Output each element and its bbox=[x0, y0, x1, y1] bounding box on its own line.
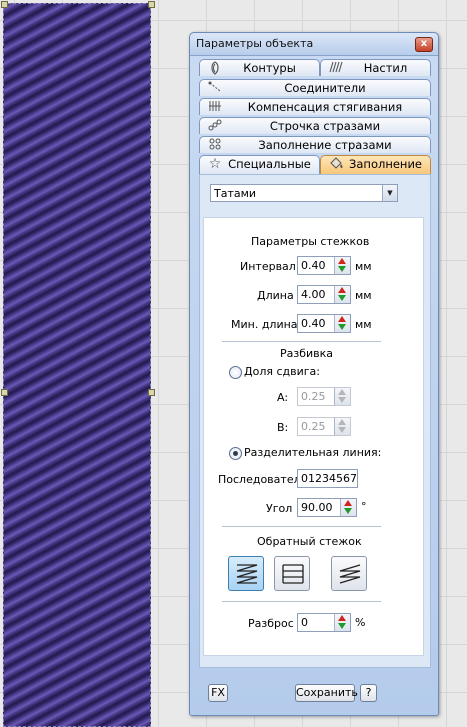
rhinestone-run-icon bbox=[207, 119, 223, 133]
tab-label: Настил bbox=[363, 61, 408, 75]
tab-label: Контуры bbox=[243, 61, 296, 75]
selection-handle-top-left[interactable] bbox=[1, 1, 8, 8]
chevron-down-icon[interactable]: ▼ bbox=[382, 185, 397, 201]
sequence-label: Последовател bbox=[218, 473, 301, 486]
tab-label: Заполнение bbox=[349, 157, 422, 171]
min-length-label: Мин. длина bbox=[231, 318, 298, 331]
b-spinner[interactable]: 0.25 bbox=[297, 417, 351, 436]
star-icon: ☆ bbox=[208, 156, 222, 172]
angle-spinner[interactable]: 90.00 bbox=[297, 498, 357, 517]
spin-arrows-icon[interactable] bbox=[334, 418, 350, 435]
reverse-stitch-heading: Обратный стежок bbox=[257, 535, 362, 548]
interval-label: Интервал bbox=[240, 260, 296, 273]
tab-connectors[interactable]: Соединители bbox=[199, 79, 431, 96]
tab-rhinestone-fill[interactable]: Заполнение стразами bbox=[199, 136, 431, 153]
reverse-stitch-lines-button[interactable] bbox=[274, 556, 310, 591]
parallel-lines-icon bbox=[282, 564, 304, 584]
tab-special[interactable]: ☆ Специальные bbox=[199, 155, 320, 174]
offset-fraction-label: Доля сдвига: bbox=[244, 365, 320, 378]
reverse-stitch-diagonal-button[interactable] bbox=[331, 556, 367, 591]
min-length-spinner[interactable]: 0.40 bbox=[297, 314, 351, 333]
offset-fraction-radio[interactable] bbox=[229, 366, 242, 379]
satin-icon bbox=[328, 61, 344, 75]
reverse-stitch-zigzag-button[interactable] bbox=[228, 556, 264, 591]
tab-label: Заполнение стразами bbox=[258, 138, 392, 152]
spin-arrows-icon[interactable] bbox=[334, 388, 350, 405]
dialog-titlebar[interactable]: Параметры объекта x bbox=[190, 33, 438, 56]
b-label: B: bbox=[277, 421, 289, 434]
a-spinner[interactable]: 0.25 bbox=[297, 387, 351, 406]
pull-compensation-icon bbox=[207, 100, 223, 114]
tab-pull-compensation[interactable]: Компенсация стягивания bbox=[199, 98, 431, 115]
selection-handle-mid-right[interactable] bbox=[148, 389, 155, 396]
min-length-unit: мм bbox=[355, 318, 372, 331]
dialog-title: Параметры объекта bbox=[196, 37, 314, 50]
tab-label: Строчка стразами bbox=[269, 119, 381, 133]
tab-satin[interactable]: Настил bbox=[320, 59, 431, 76]
diagonal-zigzag-icon bbox=[339, 564, 361, 584]
rhinestone-fill-icon bbox=[207, 138, 223, 152]
connector-icon bbox=[207, 81, 223, 95]
close-button[interactable]: x bbox=[415, 37, 433, 52]
scatter-label: Разброс bbox=[248, 617, 294, 630]
interval-unit: мм bbox=[355, 260, 372, 273]
dividing-line-label: Разделительная линия: bbox=[244, 446, 382, 459]
divider bbox=[222, 526, 381, 527]
zigzag-stitch-icon bbox=[236, 564, 258, 584]
spin-arrows-icon[interactable] bbox=[334, 614, 350, 631]
help-button[interactable]: ? bbox=[360, 684, 377, 702]
fill-type-value: Татами bbox=[214, 187, 257, 200]
length-label: Длина bbox=[257, 289, 294, 302]
fill-type-select[interactable]: Татами ▼ bbox=[210, 184, 398, 202]
fill-bucket-icon bbox=[328, 157, 344, 171]
divider bbox=[222, 341, 381, 342]
fx-button[interactable]: FX bbox=[208, 684, 228, 702]
sequence-value[interactable]: 01234567 bbox=[301, 472, 357, 485]
sequence-input[interactable]: 01234567 bbox=[297, 469, 358, 488]
spin-arrows-icon[interactable] bbox=[340, 499, 356, 516]
spin-arrows-icon[interactable] bbox=[334, 286, 350, 303]
interval-value[interactable]: 0.40 bbox=[301, 259, 326, 272]
tab-label: Специальные bbox=[228, 157, 311, 171]
spin-arrows-icon[interactable] bbox=[334, 257, 350, 274]
dividing-line-radio[interactable] bbox=[229, 447, 242, 460]
divider bbox=[222, 601, 381, 602]
angle-unit: ° bbox=[361, 500, 367, 513]
selection-handle-mid-left[interactable] bbox=[1, 389, 8, 396]
spin-arrows-icon[interactable] bbox=[334, 315, 350, 332]
tab-outlines[interactable]: Контуры bbox=[199, 59, 320, 76]
interval-spinner[interactable]: 0.40 bbox=[297, 256, 351, 275]
scatter-value[interactable]: 0 bbox=[301, 616, 308, 629]
a-value[interactable]: 0.25 bbox=[301, 390, 326, 403]
angle-value[interactable]: 90.00 bbox=[301, 501, 333, 514]
outline-icon bbox=[207, 61, 223, 75]
angle-label: Угол bbox=[266, 502, 293, 515]
scatter-unit: % bbox=[355, 616, 366, 629]
tab-rhinestone-run[interactable]: Строчка стразами bbox=[199, 117, 431, 134]
tab-label: Компенсация стягивания bbox=[247, 100, 403, 114]
selection-handle-top-right[interactable] bbox=[148, 1, 155, 8]
tab-label: Соединители bbox=[284, 81, 366, 95]
min-length-value[interactable]: 0.40 bbox=[301, 317, 326, 330]
b-value[interactable]: 0.25 bbox=[301, 420, 326, 433]
partition-heading: Разбивка bbox=[280, 347, 334, 360]
length-value[interactable]: 4.00 bbox=[301, 288, 326, 301]
length-unit: мм bbox=[355, 289, 372, 302]
scatter-spinner[interactable]: 0 bbox=[297, 613, 351, 632]
a-label: A: bbox=[277, 391, 289, 404]
stitch-params-heading: Параметры стежков bbox=[251, 235, 370, 248]
embroidery-design-preview[interactable] bbox=[3, 3, 151, 727]
tab-fill[interactable]: Заполнение bbox=[320, 155, 431, 174]
save-button[interactable]: Сохранить bbox=[295, 684, 358, 702]
length-spinner[interactable]: 4.00 bbox=[297, 285, 351, 304]
